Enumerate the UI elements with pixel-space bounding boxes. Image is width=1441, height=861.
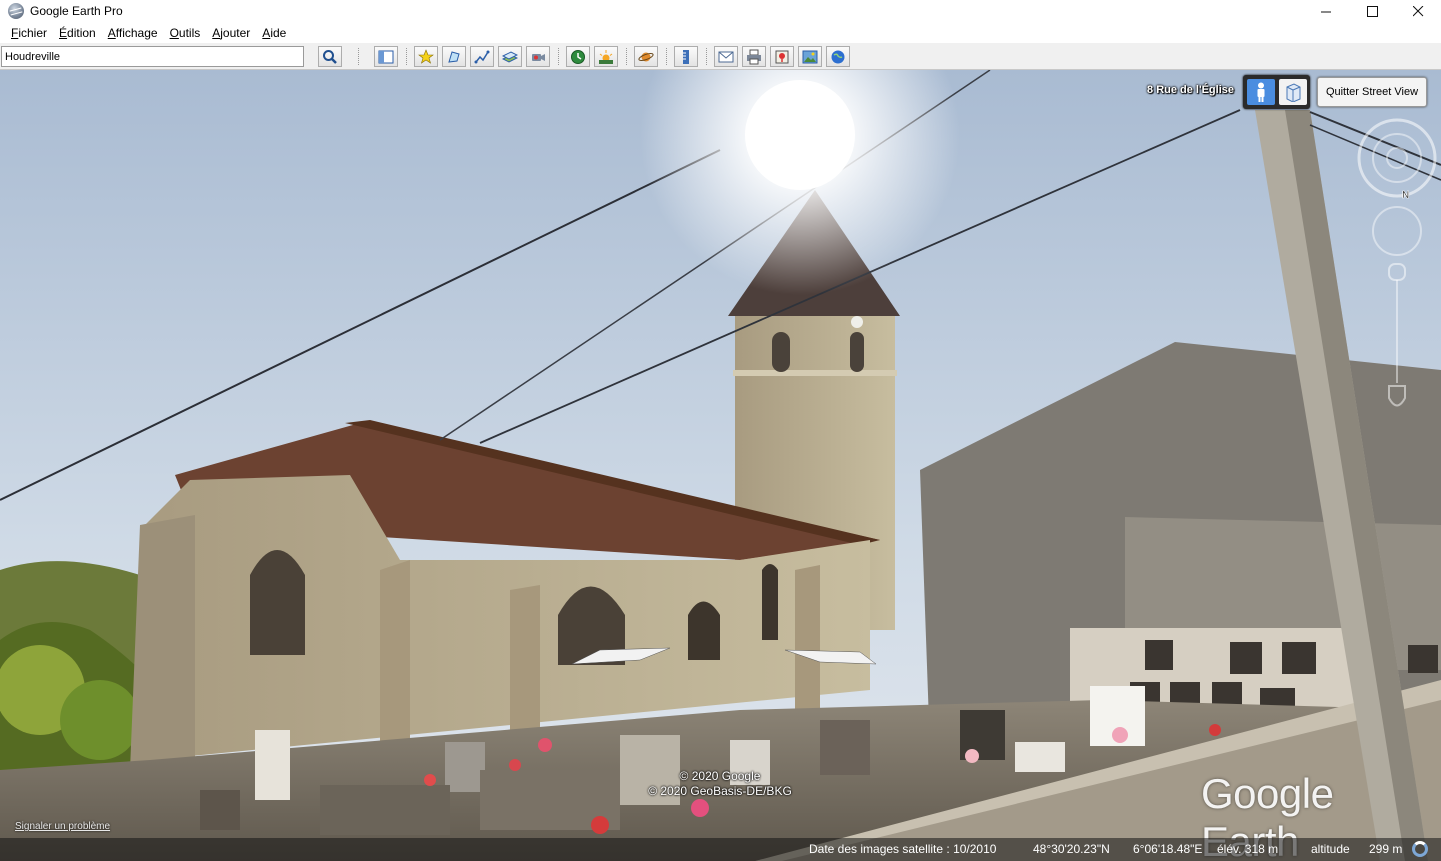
sidebar-icon xyxy=(378,50,394,63)
toolbar xyxy=(0,43,1441,70)
street-view-scene xyxy=(0,70,1441,861)
print-icon xyxy=(747,49,761,64)
path-icon xyxy=(474,50,490,63)
menu-affichage[interactable]: Affichage xyxy=(102,26,164,40)
copyright-line: © 2020 GeoBasis-DE/BKG xyxy=(648,784,792,798)
sunlight-icon xyxy=(599,49,613,64)
search-button[interactable] xyxy=(318,46,342,67)
longitude-readout: 6°06'18.48"E xyxy=(1133,842,1203,856)
polygon-icon xyxy=(448,50,460,63)
toolbar-separator xyxy=(558,48,559,65)
zoom-in-button[interactable] xyxy=(1388,263,1406,281)
menu-ajouter[interactable]: Ajouter xyxy=(206,26,256,40)
add-image-overlay-button[interactable] xyxy=(498,46,522,67)
add-path-button[interactable] xyxy=(470,46,494,67)
email-icon xyxy=(718,51,734,62)
record-tour-button[interactable] xyxy=(526,46,550,67)
streaming-progress-icon xyxy=(1412,841,1428,857)
copyright-line: © 2020 Google xyxy=(679,769,761,783)
imagery-date: Date des images satellite : 10/2010 xyxy=(809,842,997,856)
view-in-maps-icon xyxy=(775,50,789,63)
planets-button[interactable] xyxy=(634,46,658,67)
menu-fichier[interactable]: Fichier xyxy=(5,26,53,40)
3d-buildings-view-button[interactable] xyxy=(1278,79,1307,105)
save-image-button[interactable] xyxy=(798,46,822,67)
save-image-icon xyxy=(802,50,818,63)
altitude-label: altitude xyxy=(1311,842,1350,856)
earth-gallery-button[interactable] xyxy=(826,46,850,67)
historical-imagery-icon xyxy=(571,49,585,64)
altitude-value: 299 m xyxy=(1369,842,1403,856)
view-in-google-maps-button[interactable] xyxy=(770,46,794,67)
sidebar-toggle-button[interactable] xyxy=(374,46,398,67)
status-bar: Date des images satellite : 10/2010 48°3… xyxy=(0,838,1441,861)
record-tour-icon xyxy=(532,53,545,61)
minimize-icon xyxy=(1320,11,1331,12)
imagery-copyright: © 2020 Google © 2020 GeoBasis-DE/BKG xyxy=(600,769,840,799)
street-view-viewport[interactable]: 8 Rue de l'Église Quitter Street View N … xyxy=(0,70,1441,861)
title-bar: Google Earth Pro xyxy=(0,0,1441,22)
navigation-controls: N xyxy=(1357,118,1437,407)
look-joystick[interactable] xyxy=(1372,206,1422,256)
email-button[interactable] xyxy=(714,46,738,67)
menu-outils[interactable]: Outils xyxy=(164,26,207,40)
compass-ring[interactable] xyxy=(1357,118,1437,198)
toolbar-separator xyxy=(358,48,359,65)
close-button[interactable] xyxy=(1395,0,1441,22)
elevation-readout: élév. 318 m xyxy=(1217,842,1279,856)
add-placemark-button[interactable] xyxy=(414,46,438,67)
street-address-label: 8 Rue de l'Église xyxy=(1147,84,1234,96)
image-overlay-icon xyxy=(502,50,518,63)
toolbar-separator xyxy=(706,48,707,65)
ground-level-view-button[interactable] xyxy=(1246,79,1275,105)
menu-bar: Fichier Édition Affichage Outils Ajouter… xyxy=(0,22,1441,43)
report-problem-link[interactable]: Signaler un problème xyxy=(15,821,110,832)
toolbar-separator xyxy=(626,48,627,65)
ruler-button[interactable] xyxy=(674,46,698,67)
pegman-icon xyxy=(1257,82,1264,102)
compass-north-label: N xyxy=(1402,190,1409,201)
window-controls xyxy=(1303,0,1441,22)
maximize-icon xyxy=(1366,5,1378,17)
close-icon xyxy=(1412,5,1423,16)
add-polygon-button[interactable] xyxy=(442,46,466,67)
toolbar-separator xyxy=(406,48,407,65)
menu-edition[interactable]: Édition xyxy=(53,26,102,40)
earth-gallery-icon xyxy=(831,50,845,63)
toolbar-separator xyxy=(666,48,667,65)
placemark-icon xyxy=(418,48,434,64)
latitude-readout: 48°30'20.23"N xyxy=(1033,842,1110,856)
print-button[interactable] xyxy=(742,46,766,67)
menu-aide[interactable]: Aide xyxy=(256,26,292,40)
sunlight-button[interactable] xyxy=(594,46,618,67)
maximize-button[interactable] xyxy=(1349,0,1395,22)
street-view-mode-toggle xyxy=(1243,75,1310,109)
google-earth-logo-icon xyxy=(8,3,24,19)
quit-street-view-button[interactable]: Quitter Street View xyxy=(1317,77,1427,107)
buildings-icon xyxy=(1286,83,1300,102)
search-input[interactable] xyxy=(1,46,304,67)
window-title: Google Earth Pro xyxy=(30,4,123,18)
search-icon xyxy=(323,49,337,64)
historical-imagery-button[interactable] xyxy=(566,46,590,67)
ruler-icon xyxy=(683,49,689,64)
minimize-button[interactable] xyxy=(1303,0,1349,22)
zoom-out-button[interactable] xyxy=(1388,385,1406,407)
planets-icon xyxy=(638,52,654,61)
